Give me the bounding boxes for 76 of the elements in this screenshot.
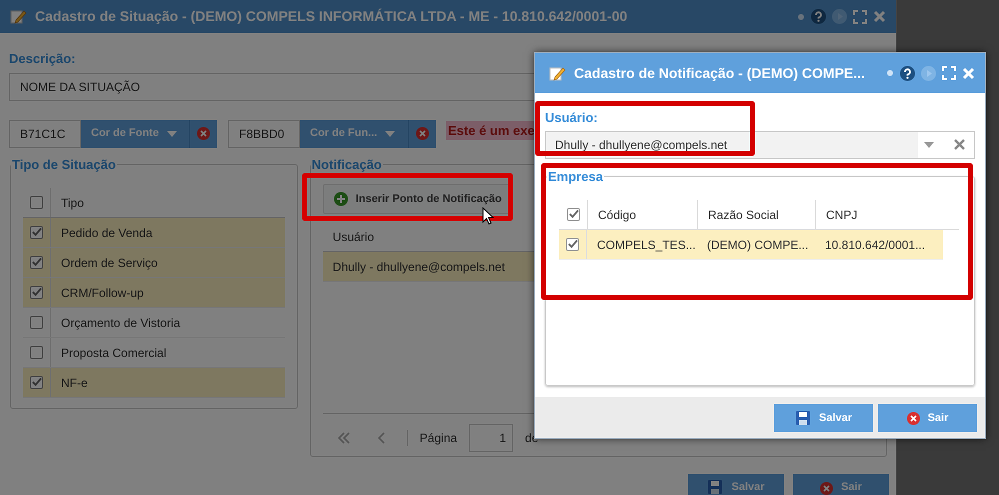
dialog-button[interactable]: Sair bbox=[793, 474, 889, 495]
clear-icon bbox=[197, 127, 210, 140]
field-label: Usuário: bbox=[545, 109, 599, 127]
clear-icon bbox=[820, 482, 834, 495]
checkbox[interactable] bbox=[30, 226, 43, 240]
preview-text: Este é um exe bbox=[446, 120, 537, 140]
table-row[interactable]: Orçamento de Vistoria bbox=[23, 308, 285, 338]
panel-legend: Empresa bbox=[547, 168, 604, 184]
window-title: Cadastro de Situação - (DEMO) COMPELS INFORMÁTICA LTDA - ME - 10.810.642/0001-00 bbox=[35, 7, 628, 26]
checkbox[interactable] bbox=[30, 286, 43, 300]
checkbox[interactable] bbox=[566, 238, 579, 252]
checkbox[interactable] bbox=[566, 208, 580, 222]
color-field[interactable]: F8BBD0 bbox=[228, 120, 300, 148]
table-cell-text: Pedido de Venda bbox=[60, 224, 152, 242]
clear-icon bbox=[906, 412, 920, 424]
checkbox[interactable] bbox=[30, 316, 43, 330]
table-cell-text: 10.810.642/0001... bbox=[824, 236, 926, 254]
color-dropdown-button[interactable]: Cor de Fonte bbox=[81, 120, 189, 148]
close-icon[interactable] bbox=[873, 10, 886, 23]
table-row[interactable]: Pedido de Venda bbox=[23, 218, 285, 248]
table-cell-text: CRM/Follow-up bbox=[60, 284, 144, 302]
clear-icon[interactable] bbox=[954, 139, 965, 150]
caret-icon bbox=[166, 130, 177, 136]
dot-icon[interactable] bbox=[886, 69, 894, 77]
save-icon bbox=[707, 479, 724, 495]
maximize-icon[interactable] bbox=[853, 10, 867, 24]
play-icon[interactable] bbox=[832, 9, 847, 24]
table-cell-text: Orçamento de Vistoria bbox=[60, 314, 180, 332]
table-cell-text: Proposta Comercial bbox=[60, 344, 166, 362]
panel-legend: Tipo de Situação bbox=[11, 156, 117, 172]
checkbox[interactable] bbox=[30, 196, 43, 210]
save-icon bbox=[794, 410, 811, 426]
table-row[interactable]: NF-e bbox=[23, 368, 285, 398]
pager-label: Página bbox=[420, 430, 458, 448]
help-icon[interactable] bbox=[811, 9, 826, 24]
table-row[interactable]: CRM/Follow-up bbox=[23, 278, 285, 308]
panel-legend: Notificação bbox=[310, 156, 383, 172]
color-dropdown-button[interactable]: Cor de Fun... bbox=[300, 120, 408, 148]
clear-icon bbox=[416, 127, 429, 140]
column-header: Usuário bbox=[332, 228, 374, 246]
dialog-button[interactable]: Salvar bbox=[688, 474, 784, 495]
table-cell-text: NF-e bbox=[60, 374, 88, 392]
user-select[interactable]: Dhully - dhullyene@compels.net bbox=[545, 130, 975, 158]
table-cell-text: (DEMO) COMPE... bbox=[706, 236, 810, 254]
dialog-button[interactable]: Sair bbox=[878, 404, 977, 432]
column-header: Tipo bbox=[60, 194, 84, 212]
plus-icon bbox=[334, 192, 348, 206]
play-icon[interactable] bbox=[921, 66, 936, 80]
previous-page-icon[interactable] bbox=[376, 432, 387, 444]
table-cell-text: Ordem de Serviço bbox=[60, 254, 158, 272]
page-field[interactable]: 1 bbox=[469, 424, 514, 452]
field-label: Descrição: bbox=[9, 50, 76, 68]
pencil-icon bbox=[10, 8, 27, 25]
column-header: Código bbox=[598, 206, 636, 224]
dot-icon[interactable] bbox=[797, 12, 805, 20]
caret-icon bbox=[385, 130, 396, 136]
table-row[interactable]: COMPELS_TES... (DEMO) COMPE... 10.810.642/0001... bbox=[559, 230, 943, 260]
table-cell-text: Dhully - dhullyene@compels.net bbox=[332, 258, 505, 276]
clear-button[interactable] bbox=[408, 120, 436, 148]
clear-button[interactable] bbox=[189, 120, 217, 148]
checkbox[interactable] bbox=[30, 376, 43, 390]
first-page-icon[interactable] bbox=[336, 432, 351, 444]
checkbox[interactable] bbox=[30, 346, 43, 360]
checkbox[interactable] bbox=[30, 256, 43, 270]
close-icon[interactable] bbox=[962, 66, 975, 80]
column-header: CNPJ bbox=[826, 206, 858, 224]
table-row[interactable]: Ordem de Serviço bbox=[23, 248, 285, 278]
caret-icon[interactable] bbox=[924, 142, 934, 148]
dialog-button[interactable]: Salvar bbox=[774, 404, 873, 432]
help-icon[interactable] bbox=[900, 66, 915, 80]
maximize-icon[interactable] bbox=[942, 66, 956, 80]
pencil-icon bbox=[549, 64, 566, 82]
color-field[interactable]: B71C1C bbox=[9, 120, 81, 148]
table-cell-text: COMPELS_TES... bbox=[596, 236, 697, 254]
pointer-icon bbox=[482, 207, 494, 225]
column-header: Razão Social bbox=[708, 206, 779, 224]
